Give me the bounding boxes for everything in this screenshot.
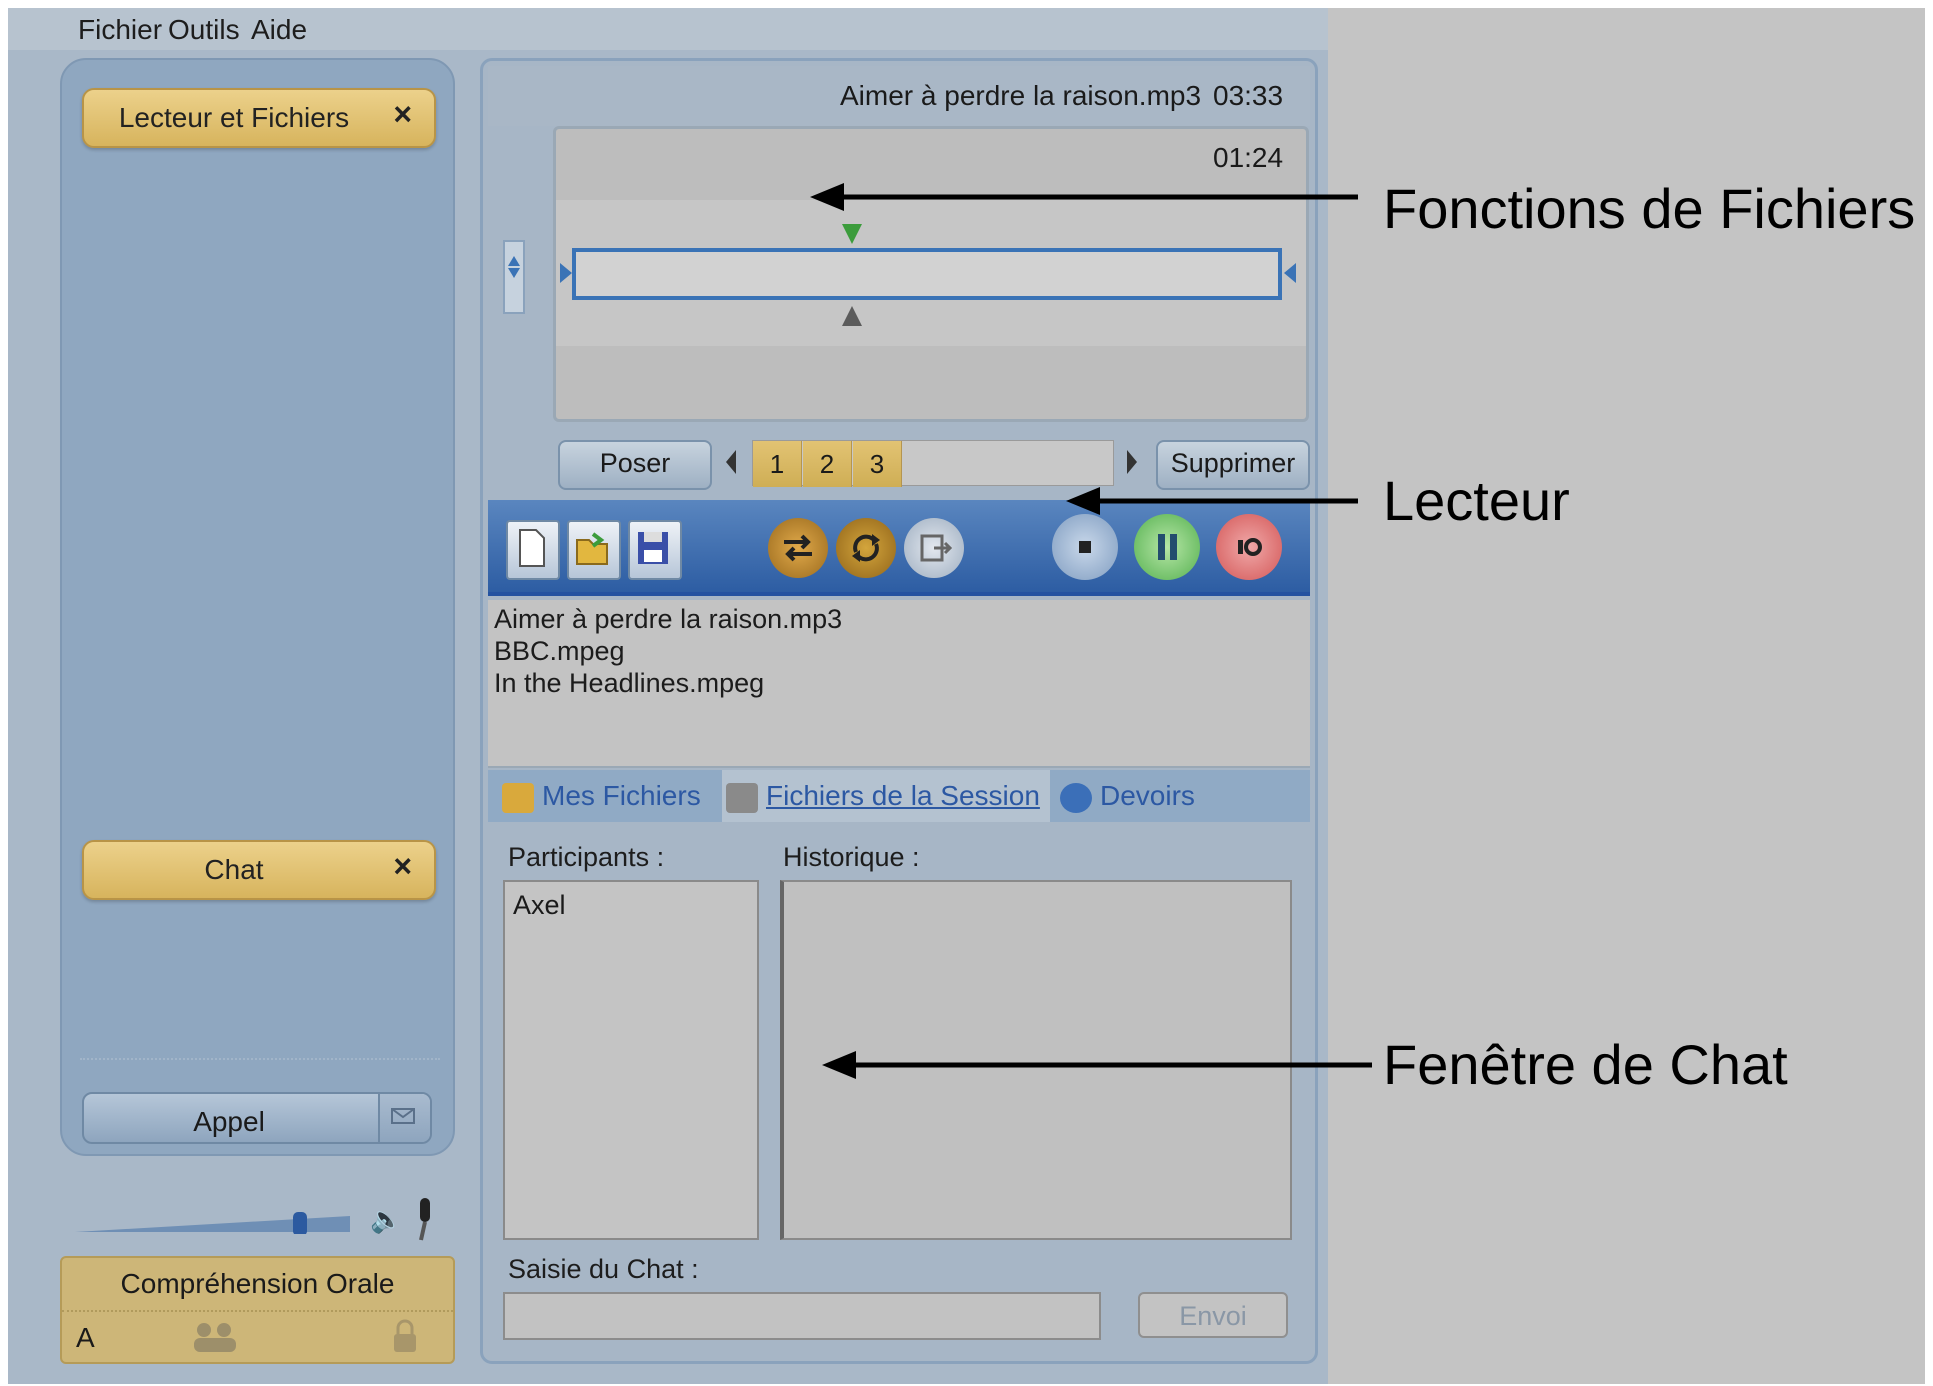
annotation-fichiers: Fonctions de Fichiers (1383, 177, 1916, 240)
speaker-icon[interactable]: 🔈 (370, 1204, 402, 1235)
file-item[interactable]: Aimer à perdre la raison.mp3 (494, 604, 842, 635)
module-panel: Compréhension Orale A (60, 1256, 455, 1364)
new-file-icon[interactable] (506, 520, 560, 580)
participant-item[interactable]: Axel (513, 890, 566, 921)
save-icon[interactable] (628, 520, 682, 580)
divider (62, 1310, 453, 1312)
track-start-marker-icon[interactable] (560, 263, 572, 288)
annotation-chat: Fenêtre de Chat (1383, 1033, 1788, 1096)
tab-devoirs[interactable]: Devoirs (1060, 770, 1195, 822)
chat-label: Chat (204, 854, 264, 885)
saisie-label: Saisie du Chat : (508, 1254, 699, 1284)
poser-button[interactable]: Poser (558, 440, 712, 490)
tab-fichiers-session[interactable]: Fichiers de la Session (722, 770, 1050, 822)
segment-2[interactable]: 2 (803, 441, 852, 487)
users-icon (502, 782, 534, 813)
segment-marker-icon[interactable] (840, 304, 864, 333)
microphone-icon[interactable] (412, 1196, 438, 1247)
tab-label: Fichiers de la Session (766, 780, 1040, 811)
segment-strip: 1 2 3 (752, 440, 1114, 487)
file-item[interactable]: BBC.mpeg (494, 636, 625, 667)
chat-button[interactable]: Chat × (82, 840, 436, 900)
shuffle-icon[interactable] (768, 518, 828, 578)
divider (80, 1058, 440, 1060)
repeat-icon[interactable] (836, 518, 896, 578)
annotation-lecteur: Lecteur (1383, 469, 1570, 532)
file-info-bar: Aimer à perdre la raison.mp3 03:33 (488, 66, 1310, 126)
historique-label: Historique : (783, 842, 920, 872)
participants-list[interactable]: Axel (503, 880, 759, 1240)
file-item[interactable]: In the Headlines.mpeg (494, 668, 764, 699)
menu-outils[interactable]: Outils (168, 14, 240, 46)
segment-3[interactable]: 3 (853, 441, 902, 487)
menubar: Fichier Outils Aide (8, 8, 1328, 50)
close-icon[interactable]: × (393, 848, 412, 885)
files-icon (726, 782, 758, 813)
menu-aide[interactable]: Aide (251, 14, 307, 46)
module-letter: A (76, 1322, 95, 1353)
current-position: 01:24 (1213, 142, 1284, 173)
track-end-marker-icon[interactable] (1284, 263, 1296, 288)
export-icon[interactable] (904, 518, 964, 578)
module-sidebar (60, 58, 455, 1156)
globe-icon (1060, 782, 1092, 813)
playhead-marker-icon[interactable] (840, 222, 864, 251)
tab-label: Devoirs (1100, 780, 1195, 811)
duration: 03:33 (1213, 80, 1284, 111)
volume-slider[interactable] (75, 1212, 355, 1236)
segment-1[interactable]: 1 (753, 441, 802, 487)
menu-fichier[interactable]: Fichier (78, 14, 162, 46)
close-icon[interactable]: × (393, 96, 412, 133)
lecteur-fichiers-label: Lecteur et Fichiers (118, 102, 350, 133)
zoom-control[interactable] (503, 240, 525, 314)
annotation-arrow (810, 183, 1358, 211)
tab-label: Mes Fichiers (542, 780, 701, 811)
segment-prev-icon[interactable] (724, 448, 738, 481)
current-filename: Aimer à perdre la raison.mp3 (840, 80, 1202, 111)
open-folder-icon[interactable] (567, 520, 621, 580)
record-icon[interactable] (1216, 514, 1282, 580)
pause-icon[interactable] (1134, 514, 1200, 580)
appel-label: Appel (193, 1106, 265, 1137)
appel-button[interactable]: Appel (82, 1092, 432, 1144)
envoi-button[interactable]: Envoi (1138, 1292, 1288, 1338)
stop-icon[interactable] (1052, 514, 1118, 580)
lecteur-fichiers-button[interactable]: Lecteur et Fichiers × (82, 88, 436, 148)
track-bar[interactable] (572, 248, 1282, 300)
supprimer-button[interactable]: Supprimer (1156, 440, 1310, 490)
users-icon[interactable] (188, 1320, 244, 1359)
participants-label: Participants : (508, 842, 665, 872)
tab-mes-fichiers[interactable]: Mes Fichiers (502, 770, 701, 822)
module-title: Compréhension Orale (120, 1268, 395, 1299)
annotation-arrow (1066, 487, 1358, 515)
mail-icon[interactable] (378, 1094, 430, 1142)
file-list: Aimer à perdre la raison.mp3 BBC.mpeg In… (488, 600, 1310, 768)
segment-next-icon[interactable] (1125, 448, 1139, 481)
lock-icon[interactable] (390, 1318, 420, 1359)
annotation-arrow (822, 1051, 1372, 1079)
chat-input[interactable] (503, 1292, 1101, 1340)
